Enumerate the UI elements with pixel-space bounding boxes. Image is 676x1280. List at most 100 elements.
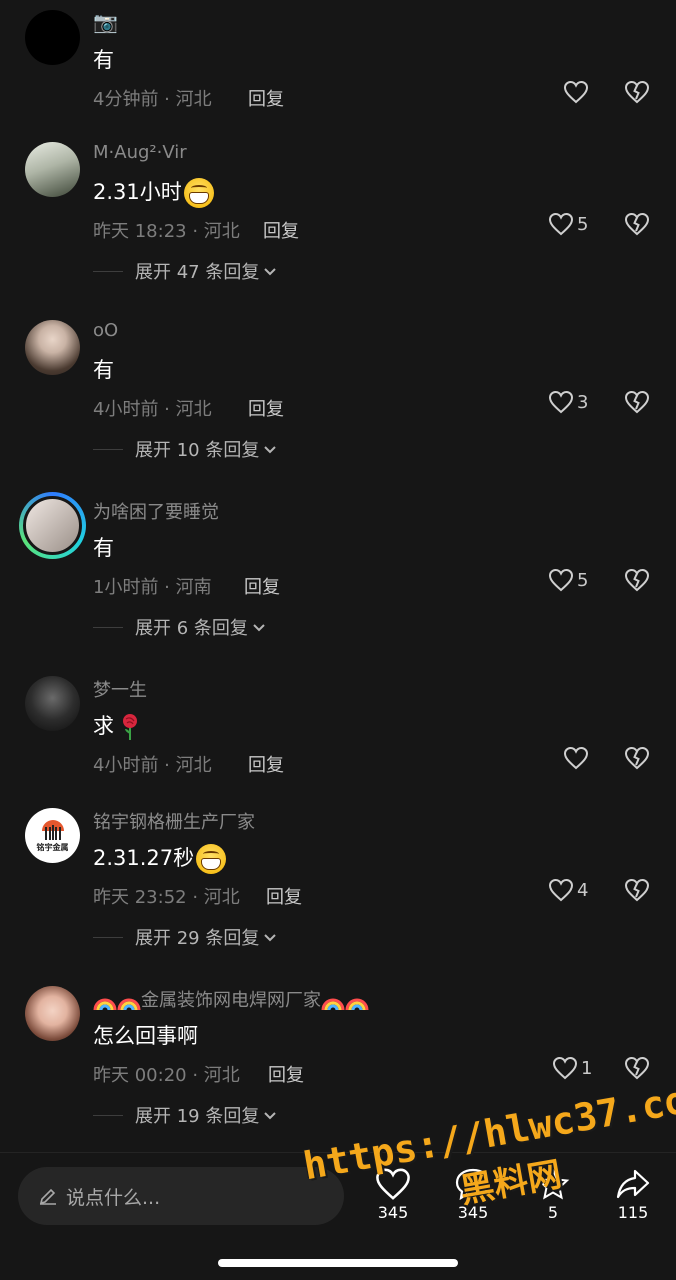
comment-username-text: 金属装饰网电焊网厂家	[141, 990, 321, 1011]
like-count: 3	[577, 391, 589, 413]
dislike-button[interactable]	[624, 746, 650, 774]
comment-text-value: 2.31小时	[93, 180, 182, 204]
divider	[93, 448, 123, 450]
broken-heart-icon	[624, 746, 650, 770]
heart-icon	[548, 878, 574, 902]
avatar[interactable]	[25, 320, 80, 375]
comment-meta: 昨天 23:52 · 河北	[93, 887, 240, 908]
company-logo-icon	[41, 819, 64, 840]
chevron-down-icon	[264, 934, 277, 942]
rainbow-icon	[321, 998, 345, 1011]
like-count: 5	[577, 213, 589, 235]
chevron-down-icon	[264, 446, 277, 454]
like-button[interactable]	[563, 746, 589, 770]
heart-icon	[376, 1168, 410, 1200]
home-indicator[interactable]	[218, 1259, 458, 1267]
rose-icon	[122, 714, 137, 740]
avatar[interactable]	[25, 986, 80, 1041]
like-button[interactable]	[563, 80, 589, 104]
expand-replies-label: 展开 10 条回复	[135, 440, 260, 461]
comment-text-value: 2.31.27秒	[93, 846, 195, 870]
like-button[interactable]: 3	[548, 390, 588, 414]
rainbow-icon	[93, 998, 117, 1011]
broken-heart-icon	[624, 568, 650, 592]
reply-button[interactable]: 回复	[263, 217, 299, 243]
broken-heart-icon	[624, 1056, 650, 1080]
expand-replies[interactable]: 展开 10 条回复	[93, 436, 278, 462]
comment-meta: 昨天 00:20 · 河北	[93, 1065, 240, 1086]
expand-replies[interactable]: 展开 6 条回复	[93, 614, 267, 640]
dislike-button[interactable]	[624, 212, 650, 240]
expand-replies[interactable]: 展开 47 条回复	[93, 258, 278, 284]
dislike-button[interactable]	[624, 390, 650, 418]
reply-button[interactable]: 回复	[244, 573, 280, 599]
broken-heart-icon	[624, 80, 650, 104]
avatar[interactable]	[25, 676, 80, 731]
comment-username[interactable]: 📷	[93, 10, 118, 34]
chevron-down-icon	[264, 1112, 277, 1120]
collect-action[interactable]: 5	[523, 1167, 583, 1222]
comment-username[interactable]: 梦一生	[93, 676, 147, 702]
comment-meta: 4小时前 · 河北	[93, 755, 212, 776]
dislike-button[interactable]	[624, 1056, 650, 1084]
share-arrow-icon	[616, 1169, 650, 1199]
heart-icon	[548, 568, 574, 592]
reply-button[interactable]: 回复	[248, 395, 284, 421]
dislike-button[interactable]	[624, 80, 650, 108]
broken-heart-icon	[624, 212, 650, 236]
avatar[interactable]: 铭宇金属	[25, 808, 80, 863]
comment-bubble-icon	[455, 1168, 491, 1201]
share-action[interactable]: 115	[603, 1167, 663, 1222]
avatar-image	[23, 496, 82, 555]
reply-button[interactable]: 回复	[268, 1061, 304, 1087]
heart-icon	[563, 746, 589, 770]
reply-button[interactable]: 回复	[266, 883, 302, 909]
like-count: 1	[581, 1057, 593, 1079]
like-total: 345	[377, 1203, 409, 1222]
heart-icon	[552, 1056, 578, 1080]
comment-input-placeholder: 说点什么...	[66, 1186, 161, 1209]
comment-username[interactable]: 为啥困了要睡觉	[93, 498, 219, 524]
dislike-button[interactable]	[624, 568, 650, 596]
comment-username[interactable]: 铭宇钢格栅生产厂家	[93, 808, 255, 834]
comment-meta: 昨天 18:23 · 河北	[93, 221, 240, 242]
comment-total: 345	[457, 1203, 489, 1222]
like-button[interactable]: 4	[548, 878, 588, 902]
like-action[interactable]: 345	[363, 1167, 423, 1222]
rainbow-icon	[117, 998, 141, 1011]
comment-username[interactable]: M·Aug²·Vir	[93, 142, 187, 163]
divider	[93, 1114, 123, 1116]
dislike-button[interactable]	[624, 878, 650, 906]
avatar[interactable]	[19, 492, 86, 559]
expand-replies[interactable]: 展开 29 条回复	[93, 924, 278, 950]
heart-icon	[548, 212, 574, 236]
avatar[interactable]	[25, 10, 80, 65]
comment-text: 怎么回事啊	[93, 1024, 198, 1048]
collect-total: 5	[547, 1203, 559, 1222]
like-button[interactable]: 5	[548, 568, 588, 592]
like-count: 5	[577, 569, 589, 591]
like-count: 4	[577, 879, 589, 901]
comment-text: 求	[93, 710, 139, 741]
chevron-down-icon	[264, 268, 277, 276]
like-button[interactable]: 5	[548, 212, 588, 236]
divider	[93, 626, 123, 628]
star-icon	[536, 1167, 570, 1200]
expand-replies[interactable]: 展开 19 条回复	[93, 1102, 278, 1128]
comment-text: 有	[93, 358, 114, 382]
reply-button[interactable]: 回复	[248, 85, 284, 111]
comment-meta: 4小时前 · 河北	[93, 399, 212, 420]
comment-action[interactable]: 345	[443, 1167, 503, 1222]
expand-replies-label: 展开 29 条回复	[135, 928, 260, 949]
comment-text: 有	[93, 48, 114, 72]
company-logo-text: 铭宇金属	[36, 842, 69, 852]
reply-button[interactable]: 回复	[248, 751, 284, 777]
like-button[interactable]: 1	[552, 1056, 592, 1080]
avatar[interactable]	[25, 142, 80, 197]
heart-icon	[548, 390, 574, 414]
comment-username[interactable]: oO	[93, 320, 118, 341]
comment-input[interactable]: 说点什么...	[18, 1167, 344, 1225]
comment-username[interactable]: 金属装饰网电焊网厂家	[93, 986, 369, 1012]
pencil-icon	[39, 1188, 56, 1205]
comment-text: 2.31.27秒	[93, 842, 227, 874]
